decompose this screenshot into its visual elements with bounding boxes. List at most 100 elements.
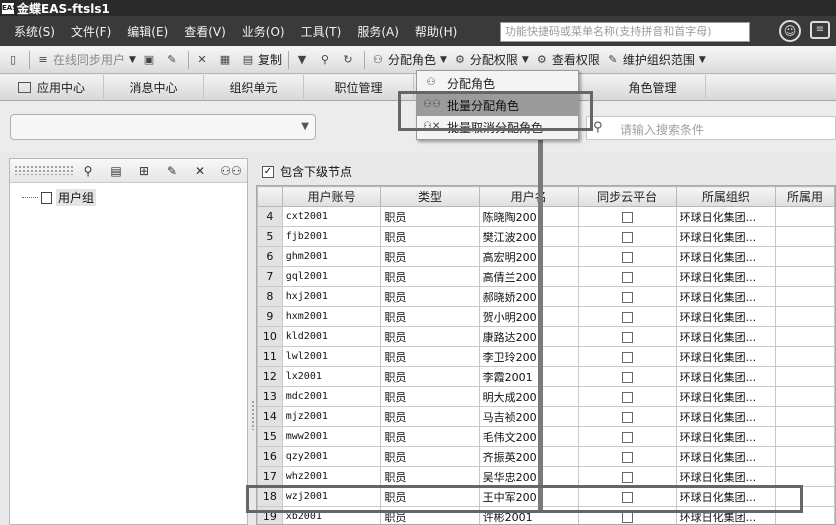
grip-handle[interactable] xyxy=(14,165,74,175)
table-row[interactable]: 11 lwl2001 职员 李卫玲2001 环球日化集团... xyxy=(257,346,835,367)
chevron-down-icon[interactable]: ▼ xyxy=(699,55,706,65)
header-username[interactable]: 用户名 xyxy=(478,186,579,207)
tab-position-management[interactable]: 职位管理 xyxy=(304,75,414,101)
online-sync-button[interactable]: ≡ 在线同步用户 ▼ xyxy=(36,51,136,68)
table-row[interactable]: 16 qzy2001 职员 齐振英2001 环球日化集团... xyxy=(257,446,835,467)
header-account[interactable]: 用户账号 xyxy=(281,186,382,207)
menu-tools[interactable]: 工具(T) xyxy=(301,23,342,40)
assign-role-button[interactable]: ⚇ 分配角色 ▼ xyxy=(371,51,447,68)
header-org[interactable]: 所属组织 xyxy=(675,186,777,207)
tab-message-center[interactable]: 消息中心 xyxy=(104,75,204,101)
sync-checkbox[interactable] xyxy=(621,411,633,423)
panel-splitter[interactable] xyxy=(251,400,255,430)
username-cell: 康路达2001 xyxy=(478,326,579,347)
table-row[interactable]: 12 lx2001 职员 李霞2001 环球日化集团... xyxy=(257,366,835,387)
menu-service[interactable]: 服务(A) xyxy=(357,23,399,40)
chevron-down-icon[interactable]: ▼ xyxy=(129,55,136,65)
delete-node-icon[interactable]: ✕ xyxy=(192,163,208,179)
view-permission-icon: ⚙ xyxy=(536,52,547,66)
sync-checkbox[interactable] xyxy=(621,391,633,403)
table-row[interactable]: 9 hxm2001 职员 贺小明2001 环球日化集团... xyxy=(257,306,835,327)
search-icon[interactable]: ⚲ xyxy=(80,163,96,179)
username-cell: 郝晓娇2001 xyxy=(478,286,579,307)
menu-edit[interactable]: 编辑(E) xyxy=(127,23,168,40)
menu-system[interactable]: 系统(S) xyxy=(14,23,55,40)
sync-checkbox[interactable] xyxy=(621,371,633,383)
table-row[interactable]: 6 ghm2001 职员 高宏明2001 环球日化集团... xyxy=(257,246,835,267)
search-input[interactable]: ⚲ 请输入搜索条件 xyxy=(586,116,836,140)
save-button[interactable]: ▣ xyxy=(142,53,159,67)
table-row[interactable]: 13 mdc2001 职员 明大成2001 环球日化集团... xyxy=(257,386,835,407)
table-row[interactable]: 10 kld2001 职员 康路达2001 环球日化集团... xyxy=(257,326,835,347)
table-row[interactable]: 5 fjb2001 职员 樊江波2001 环球日化集团... xyxy=(257,226,835,247)
sync-cloud-cell xyxy=(577,446,677,467)
sync-checkbox[interactable] xyxy=(621,271,633,283)
edit-node-icon[interactable]: ✎ xyxy=(164,163,180,179)
sync-checkbox[interactable] xyxy=(621,291,633,303)
table-row[interactable]: 4 cxt2001 职员 陈晓陶2001 环球日化集团... xyxy=(257,206,835,227)
username-cell: 齐振英2001 xyxy=(478,446,579,467)
sync-checkbox[interactable] xyxy=(621,451,633,463)
menu-item-assign-role[interactable]: ⚇ 分配角色 xyxy=(417,72,578,94)
smiley-icon[interactable]: ☺ xyxy=(779,20,801,42)
menu-business[interactable]: 业务(O) xyxy=(242,23,285,40)
tab-org-unit[interactable]: 组织单元 xyxy=(204,75,304,101)
copy-label: 复制 xyxy=(257,53,282,67)
edit-button[interactable]: ✎ xyxy=(165,53,182,67)
org-combo-box[interactable]: ▼ xyxy=(10,114,316,140)
table-row[interactable]: 14 mjz2001 职员 马吉祯2001 环球日化集团... xyxy=(257,406,835,427)
chevron-down-icon[interactable]: ▼ xyxy=(440,55,447,65)
tree-node-user-group[interactable]: 用户组 xyxy=(22,189,97,206)
type-cell: 职员 xyxy=(380,426,480,447)
assign-permission-button[interactable]: ⚙ 分配权限 ▼ xyxy=(453,51,529,68)
table-row[interactable]: 19 xb2001 职员 许彬2001 环球日化集团... xyxy=(257,506,835,524)
print-button[interactable]: ▦ xyxy=(218,53,235,67)
locate-button[interactable]: ⚲ xyxy=(318,53,335,67)
message-icon[interactable]: ≡ xyxy=(810,21,830,39)
menu-help[interactable]: 帮助(H) xyxy=(415,23,457,40)
include-subnodes-checkbox[interactable]: ✓ xyxy=(262,165,274,178)
menu-view[interactable]: 查看(V) xyxy=(184,23,226,40)
find-icon[interactable]: ⊞ xyxy=(136,163,152,179)
type-cell: 职员 xyxy=(380,506,480,524)
function-search-input[interactable]: 功能快捷码或菜单名称(支持拼音和首字母) xyxy=(500,22,750,42)
table-row[interactable]: 8 hxj2001 职员 郝晓娇2001 环球日化集团... xyxy=(257,286,835,307)
properties-icon[interactable]: ⚇⚇ xyxy=(220,163,242,179)
sync-checkbox[interactable] xyxy=(621,511,633,523)
copy-button[interactable]: ▤ 复制 xyxy=(241,51,282,68)
header-belongs[interactable]: 所属用 xyxy=(775,186,835,207)
menu-item-batch-cancel-role[interactable]: ⚇✕ 批量取消分配角色 xyxy=(417,116,578,138)
org-cell: 环球日化集团... xyxy=(675,466,777,487)
header-type[interactable]: 类型 xyxy=(380,186,480,207)
sync-checkbox[interactable] xyxy=(621,351,633,363)
delete-button[interactable]: ✕ xyxy=(195,53,212,67)
search-icon[interactable]: ⚲ xyxy=(593,120,603,135)
maintain-org-scope-button[interactable]: ✎ 维护组织范围 ▼ xyxy=(606,51,706,68)
username-cell: 王中军2001 xyxy=(478,486,579,507)
table-row[interactable]: 18 wzj2001 职员 王中军2001 环球日化集团... xyxy=(257,486,835,507)
sync-checkbox[interactable] xyxy=(621,471,633,483)
table-row[interactable]: 17 whz2001 职员 吴华忠2001 环球日化集团... xyxy=(257,466,835,487)
refresh-button[interactable]: ↻ xyxy=(341,53,358,67)
table-row[interactable]: 7 gql2001 职员 高倩兰2001 环球日化集团... xyxy=(257,266,835,287)
filter-button[interactable]: ▼ xyxy=(295,53,312,67)
tab-app-center[interactable]: 应用中心 xyxy=(0,75,104,101)
sync-checkbox[interactable] xyxy=(621,251,633,263)
new-button[interactable]: ▯ xyxy=(6,53,23,67)
menu-item-batch-assign-role[interactable]: ⚇⚇ 批量分配角色 xyxy=(417,94,578,116)
view-permission-button[interactable]: ⚙ 查看权限 xyxy=(535,51,600,68)
sync-checkbox[interactable] xyxy=(621,231,633,243)
chevron-down-icon[interactable]: ▼ xyxy=(522,55,529,65)
sync-checkbox[interactable] xyxy=(621,431,633,443)
menu-file[interactable]: 文件(F) xyxy=(71,23,111,40)
include-subnodes[interactable]: ✓ 包含下级节点 xyxy=(262,163,352,180)
filter-icon: ▼ xyxy=(297,52,307,66)
sync-checkbox[interactable] xyxy=(621,331,633,343)
header-sync-cloud[interactable]: 同步云平台 xyxy=(577,186,677,207)
table-row[interactable]: 15 mww2001 职员 毛伟文2001 环球日化集团... xyxy=(257,426,835,447)
sync-checkbox[interactable] xyxy=(621,491,633,503)
sync-checkbox[interactable] xyxy=(621,311,633,323)
tab-role-management[interactable]: 角色管理 xyxy=(600,75,706,101)
sync-checkbox[interactable] xyxy=(621,211,633,223)
new-node-icon[interactable]: ▤ xyxy=(108,163,124,179)
